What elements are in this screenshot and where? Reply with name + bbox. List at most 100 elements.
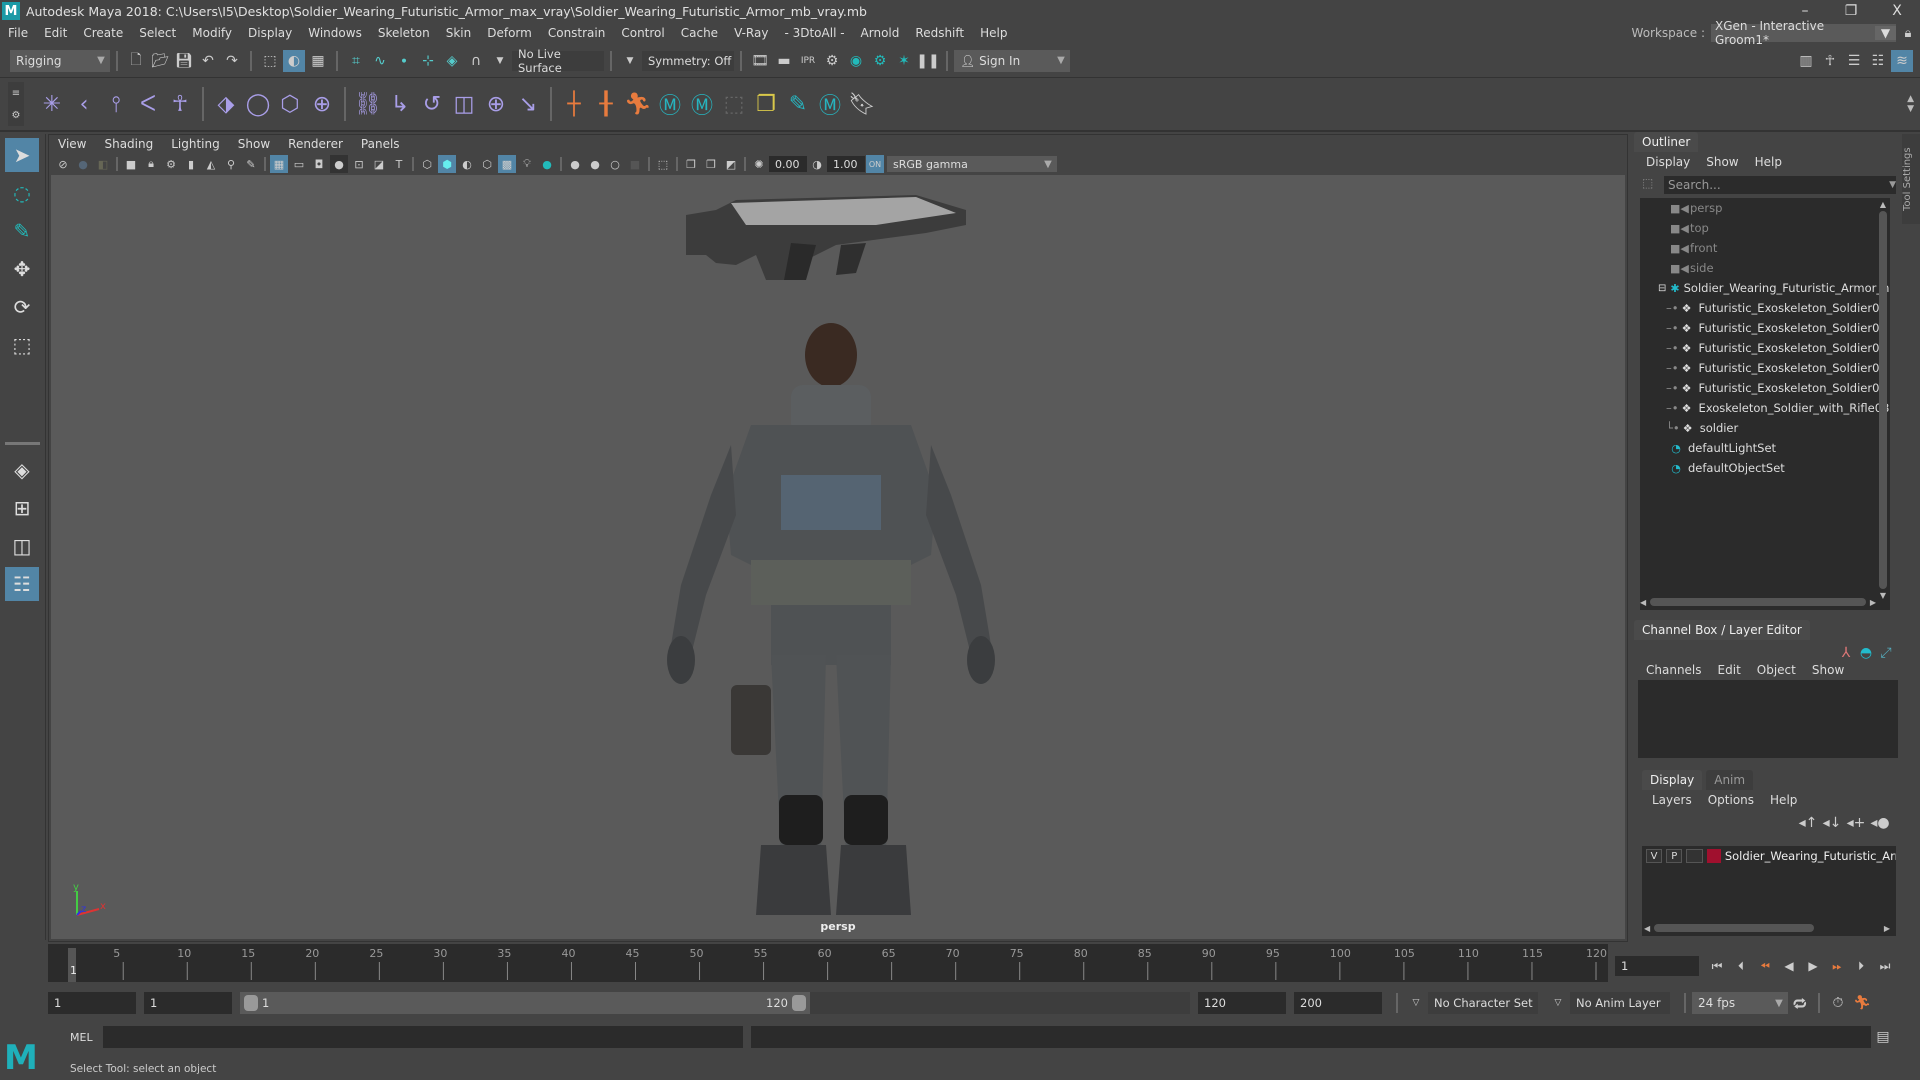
menu-display[interactable]: Display [240, 26, 300, 40]
play-backwards-icon[interactable]: ◀ [1778, 955, 1800, 977]
ik-spline-icon[interactable]: ⫯ [101, 89, 131, 119]
vp-menu-panels[interactable]: Panels [352, 137, 409, 151]
xray-active-icon[interactable]: ❐ [702, 155, 720, 173]
single-pane-layout-icon[interactable]: ◈ [5, 453, 39, 487]
human-ik-icon[interactable]: ☥ [1819, 50, 1841, 72]
redo-icon[interactable]: ↷ [221, 50, 243, 72]
snap-curve-icon[interactable]: ∿ [369, 50, 391, 72]
soldier-model[interactable] [641, 315, 1021, 925]
layer-playback-toggle[interactable]: P [1666, 849, 1683, 863]
bookmark-add-icon[interactable]: 🔖︎ [847, 89, 877, 119]
menu-deform[interactable]: Deform [479, 26, 540, 40]
menu-arnold[interactable]: Arnold [853, 26, 908, 40]
scroll-down-icon[interactable]: ▼ [1880, 591, 1886, 600]
lock-icon[interactable]: 🔒︎ [1897, 22, 1919, 44]
move-layer-down-icon[interactable]: ◂↓ [1821, 812, 1843, 834]
shelf-scroll[interactable]: ▲ ▼ [1907, 94, 1914, 114]
step-forward-key-icon[interactable]: ⏩︎ [1826, 955, 1848, 977]
screen-space-ao-icon[interactable]: ● [566, 155, 584, 173]
menu-constrain[interactable]: Constrain [540, 26, 614, 40]
layers-menu[interactable]: Layers [1644, 793, 1700, 807]
scroll-left-icon[interactable]: ◀ [1640, 598, 1646, 607]
cluster-icon[interactable]: ⊕ [307, 89, 337, 119]
step-forward-frame-icon[interactable]: ⏵ [1850, 955, 1872, 977]
range-slider[interactable]: 1 120 [240, 992, 810, 1014]
layer-tab-display[interactable]: Display [1642, 770, 1703, 790]
xray-icon[interactable]: ❐ [682, 155, 700, 173]
command-input[interactable] [103, 1026, 743, 1048]
tool-settings-tab[interactable]: Tool Settings [1902, 134, 1920, 224]
select-tool-icon[interactable]: ➤ [5, 138, 39, 172]
save-scene-icon[interactable]: 💾︎ [173, 50, 195, 72]
vp-menu-renderer[interactable]: Renderer [279, 137, 352, 151]
menu-set-dropdown[interactable]: Rigging ▼ [10, 49, 110, 72]
set-key-icon[interactable]: ┼ [559, 89, 589, 119]
scrollbar-thumb[interactable] [1650, 598, 1866, 606]
gate-mask-icon[interactable]: ● [330, 155, 348, 173]
channel-box-icon[interactable]: ≋ [1891, 49, 1913, 72]
anim-layer-field[interactable]: No Anim Layer [1570, 992, 1670, 1014]
use-lights-icon[interactable]: 💡︎ [518, 155, 536, 173]
set-driven-key-icon[interactable]: ╂ [591, 89, 621, 119]
safe-title-icon[interactable]: T [390, 155, 408, 173]
layer-tool-icon[interactable]: ❐ [751, 89, 781, 119]
menu-skeleton[interactable]: Skeleton [370, 26, 438, 40]
outliner-item-mesh[interactable]: –• ❖ Futuristic_Exoskeleton_Soldier03 [1640, 318, 1890, 338]
sign-in-button[interactable]: 👤︎ Sign In ▼ [954, 49, 1070, 72]
layer-color-swatch[interactable] [1706, 849, 1721, 863]
maya-tool-2-icon[interactable]: Ⓜ [687, 89, 717, 119]
outliner-layout-icon[interactable]: ☷ [5, 567, 39, 601]
menu-cache[interactable]: Cache [673, 26, 726, 40]
outliner-item-mesh[interactable]: –• ❖ Futuristic_Exoskeleton_Soldier05 [1640, 358, 1890, 378]
outliner-item-mesh[interactable]: └• ❖ soldier [1640, 418, 1890, 438]
show-menu[interactable]: Show [1804, 663, 1852, 677]
maya-tool-icon[interactable]: Ⓜ [655, 89, 685, 119]
smooth-bind-icon[interactable]: ◯ [243, 89, 273, 119]
color-space-dropdown[interactable]: sRGB gamma ▼ [887, 156, 1057, 172]
time-slider[interactable]: 5 10 15 20 25 30 35 40 45 50 55 60 65 70 75 80 85 90 95 100… [48, 944, 1608, 982]
workspace-dropdown[interactable]: XGen - Interactive Groom1* ▼ [1711, 19, 1896, 47]
open-scene-icon[interactable]: 📂︎ [149, 50, 171, 72]
grease-pencil-icon[interactable]: ✎ [242, 155, 260, 173]
anti-aliasing-icon[interactable]: ○ [606, 155, 624, 173]
chevron-down-icon[interactable]: ▼ [489, 50, 511, 72]
maya-tool-3-icon[interactable]: Ⓜ [815, 89, 845, 119]
render-settings-icon[interactable]: ⚙ [821, 50, 843, 72]
select-component-icon[interactable]: ▦ [307, 50, 329, 72]
chevron-down-icon[interactable]: ▽ [1405, 992, 1427, 1014]
range-slider-track[interactable] [810, 992, 1190, 1014]
lattice-icon[interactable]: ⬡ [275, 89, 305, 119]
hypershade-icon[interactable]: ◉ [845, 50, 867, 72]
animation-start-field[interactable]: 1 [48, 992, 136, 1014]
layer-display-type-toggle[interactable] [1686, 849, 1703, 863]
animation-preferences-icon[interactable]: 🏃︎ [1851, 992, 1873, 1014]
menu-skin[interactable]: Skin [438, 26, 480, 40]
menu-control[interactable]: Control [613, 26, 672, 40]
lock-camera-icon[interactable]: 🔒︎ [142, 155, 160, 173]
image-plane-icon[interactable]: ◭ [202, 155, 220, 173]
character-set-field[interactable]: No Character Set [1428, 992, 1538, 1014]
scroll-right-icon[interactable]: ▶ [1870, 598, 1876, 607]
ipr-render-icon[interactable]: IPR [797, 50, 819, 72]
character-run-icon[interactable]: 🏃︎ [623, 89, 653, 119]
safe-action-icon[interactable]: ◪ [370, 155, 388, 173]
vp-menu-show[interactable]: Show [229, 137, 279, 151]
textured-icon[interactable]: ▩ [498, 155, 516, 173]
gamma-icon[interactable]: ◑ [808, 155, 826, 173]
depth-of-field-icon[interactable]: ■ [626, 155, 644, 173]
point-constraint-icon[interactable]: ↳ [385, 89, 415, 119]
scrollbar-thumb[interactable] [1654, 924, 1815, 932]
pole-vector-icon[interactable]: ↘ [513, 89, 543, 119]
outliner-horizontal-scrollbar[interactable]: ◀ ▶ [1640, 596, 1876, 608]
move-tool-icon[interactable]: ✥ [5, 252, 39, 286]
move-layer-up-icon[interactable]: ◂↑ [1797, 812, 1819, 834]
edit-menu[interactable]: Edit [1710, 663, 1749, 677]
select-object-icon[interactable]: ◐ [283, 49, 305, 72]
paint-select-icon[interactable]: ✎ [783, 89, 813, 119]
step-back-frame-icon[interactable]: ⏴ [1730, 955, 1752, 977]
snap-view-icon[interactable]: ⊹ [417, 50, 439, 72]
camera-icon[interactable]: ■ [122, 155, 140, 173]
menu-edit[interactable]: Edit [36, 26, 75, 40]
outliner-item-mesh[interactable]: –• ❖ Futuristic_Exoskeleton_Soldier04 [1640, 378, 1890, 398]
select-hierarchy-icon[interactable]: ⬚ [259, 50, 281, 72]
